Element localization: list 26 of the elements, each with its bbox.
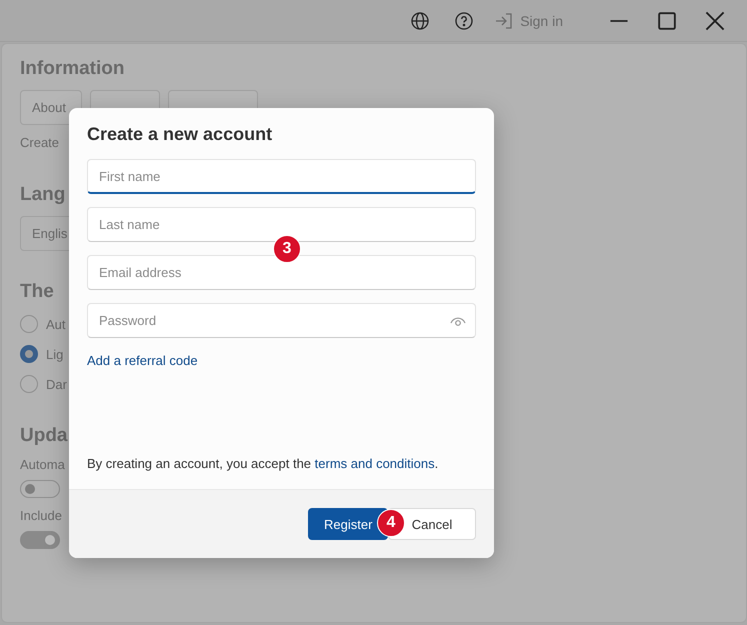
input-field[interactable]: Email address	[87, 255, 476, 290]
toggle-switch[interactable]	[20, 480, 60, 498]
input-field[interactable]: Last name	[87, 207, 476, 242]
dialog-title: Create a new account	[87, 124, 274, 145]
toggle-label: Include	[20, 508, 62, 523]
info-text: Create	[20, 135, 60, 150]
sign-in-icon[interactable]	[494, 10, 514, 30]
section-heading: The	[20, 281, 54, 303]
radio-button[interactable]	[20, 345, 38, 363]
referral-link[interactable]: Add a referral code	[87, 353, 198, 368]
input-field[interactable]: Password	[87, 303, 476, 338]
input-field[interactable]: First name	[87, 159, 476, 194]
radio-label: Dar	[46, 376, 67, 392]
radio-label: Lig	[46, 346, 64, 362]
section-heading: Lang	[20, 184, 66, 206]
radio-button[interactable]	[20, 315, 38, 333]
section-heading: Upda	[20, 425, 68, 447]
register-button[interactable]: Register	[308, 508, 388, 540]
terms-link[interactable]: terms and conditions	[314, 456, 435, 471]
terms-text: By creating an account, you accept the terms and conditions.	[87, 456, 440, 471]
eye-icon[interactable]	[450, 315, 466, 327]
toggle-label: Automa	[20, 457, 65, 472]
radio-label: Aut	[46, 316, 66, 332]
section-heading: Information	[20, 58, 124, 80]
toggle-switch[interactable]	[20, 531, 60, 549]
radio-button[interactable]	[20, 375, 38, 393]
